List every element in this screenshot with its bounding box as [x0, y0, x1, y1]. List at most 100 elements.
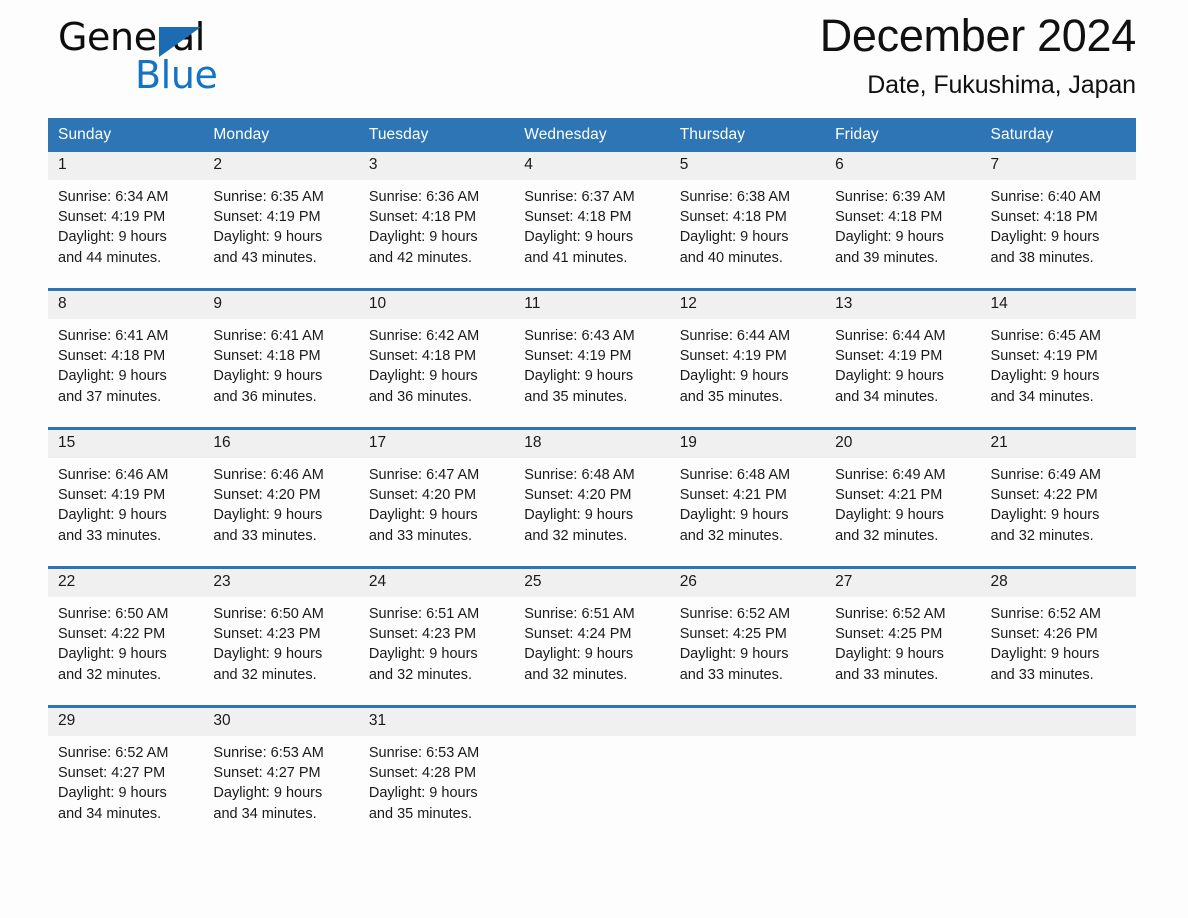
sunset-text: Sunset: 4:20 PM	[213, 487, 321, 504]
day-cell[interactable]: Sunrise: 6:36 AM Sunset: 4:18 PM Dayligh…	[358, 180, 515, 290]
day-cell[interactable]: Sunrise: 6:42 AM Sunset: 4:18 PM Dayligh…	[358, 319, 515, 429]
day-cell[interactable]: Sunrise: 6:40 AM Sunset: 4:18 PM Dayligh…	[980, 180, 1136, 290]
day-cell[interactable]: Sunrise: 6:53 AM Sunset: 4:27 PM Dayligh…	[203, 736, 359, 844]
day-number: 16	[203, 427, 359, 458]
day-number: 11	[514, 288, 670, 319]
day-number-empty	[825, 705, 981, 736]
daylight-text-line1: Daylight: 9 hours	[213, 646, 323, 663]
sunrise-text: Sunrise: 6:53 AM	[368, 745, 480, 761]
sunrise-text: Sunrise: 6:50 AM	[58, 606, 169, 622]
daylight-text-line2: and 32 minutes.	[835, 527, 939, 544]
day-cell[interactable]: Sunrise: 6:49 AM Sunset: 4:22 PM Dayligh…	[980, 458, 1136, 568]
daylight-text-line1: Daylight: 9 hours	[835, 368, 944, 385]
day-cell[interactable]: Sunrise: 6:34 AM Sunset: 4:19 PM Dayligh…	[48, 180, 204, 290]
day-cell[interactable]: Sunrise: 6:46 AM Sunset: 4:20 PM Dayligh…	[203, 458, 359, 568]
daylight-text-line2: and 42 minutes.	[368, 249, 473, 266]
day-cell-empty	[514, 736, 670, 844]
day-cell[interactable]: Sunrise: 6:44 AM Sunset: 4:19 PM Dayligh…	[669, 319, 826, 429]
daylight-text-line1: Daylight: 9 hours	[679, 368, 789, 385]
daylight-text-line2: and 34 minutes.	[58, 805, 162, 822]
day-number: 9	[203, 288, 359, 319]
day-cell[interactable]: Sunrise: 6:43 AM Sunset: 4:19 PM Dayligh…	[514, 319, 670, 429]
day-cell[interactable]: Sunrise: 6:53 AM Sunset: 4:28 PM Dayligh…	[358, 736, 515, 844]
sunrise-text: Sunrise: 6:51 AM	[524, 606, 635, 622]
daylight-text-line1: Daylight: 9 hours	[835, 229, 944, 246]
sunrise-text: Sunrise: 6:34 AM	[58, 189, 169, 205]
day-cell[interactable]: Sunrise: 6:52 AM Sunset: 4:25 PM Dayligh…	[825, 597, 981, 707]
daylight-text-line1: Daylight: 9 hours	[368, 646, 478, 663]
daylight-text-line1: Daylight: 9 hours	[990, 229, 1100, 246]
sunset-text: Sunset: 4:18 PM	[58, 348, 166, 365]
sunset-text: Sunset: 4:18 PM	[368, 209, 477, 226]
daylight-text-line2: and 43 minutes.	[213, 249, 317, 266]
day-number: 23	[203, 566, 359, 597]
sunrise-text: Sunrise: 6:46 AM	[213, 467, 324, 483]
daylight-text-line1: Daylight: 9 hours	[679, 507, 789, 524]
daylight-text-line2: and 35 minutes.	[524, 388, 628, 405]
daylight-text-line1: Daylight: 9 hours	[58, 507, 167, 524]
sunset-text: Sunset: 4:18 PM	[835, 209, 943, 226]
day-cell[interactable]: Sunrise: 6:47 AM Sunset: 4:20 PM Dayligh…	[358, 458, 515, 568]
day-cell[interactable]: Sunrise: 6:46 AM Sunset: 4:19 PM Dayligh…	[48, 458, 204, 568]
day-number: 26	[669, 566, 826, 597]
day-number: 22	[48, 566, 204, 597]
day-cell[interactable]: Sunrise: 6:52 AM Sunset: 4:27 PM Dayligh…	[48, 736, 204, 844]
day-number-empty	[669, 705, 826, 736]
day-number: 14	[980, 288, 1136, 319]
sunrise-text: Sunrise: 6:50 AM	[213, 606, 324, 622]
day-cell[interactable]: Sunrise: 6:41 AM Sunset: 4:18 PM Dayligh…	[203, 319, 359, 429]
sunset-text: Sunset: 4:19 PM	[58, 209, 166, 226]
sunrise-text: Sunrise: 6:35 AM	[213, 189, 324, 205]
daylight-text-line1: Daylight: 9 hours	[58, 229, 167, 246]
day-cell[interactable]: Sunrise: 6:41 AM Sunset: 4:18 PM Dayligh…	[48, 319, 204, 429]
day-number: 1	[48, 152, 204, 180]
day-cell[interactable]: Sunrise: 6:44 AM Sunset: 4:19 PM Dayligh…	[825, 319, 981, 429]
sunrise-text: Sunrise: 6:52 AM	[58, 745, 169, 761]
daylight-text-line1: Daylight: 9 hours	[213, 229, 323, 246]
day-cell[interactable]: Sunrise: 6:52 AM Sunset: 4:25 PM Dayligh…	[669, 597, 826, 707]
daylight-text-line2: and 34 minutes.	[990, 388, 1094, 405]
day-cell[interactable]: Sunrise: 6:48 AM Sunset: 4:20 PM Dayligh…	[514, 458, 670, 568]
page-title: December 2024	[819, 10, 1137, 61]
sunrise-text: Sunrise: 6:53 AM	[213, 745, 324, 761]
weekday-header-wednesday: Wednesday	[514, 118, 670, 152]
daylight-text-line2: and 33 minutes.	[368, 527, 473, 544]
day-cell[interactable]: Sunrise: 6:45 AM Sunset: 4:19 PM Dayligh…	[980, 319, 1136, 429]
daylight-text-line2: and 32 minutes.	[58, 666, 162, 683]
sunset-text: Sunset: 4:22 PM	[58, 626, 166, 643]
daylight-text-line2: and 32 minutes.	[524, 666, 628, 683]
day-cell[interactable]: Sunrise: 6:37 AM Sunset: 4:18 PM Dayligh…	[514, 180, 670, 290]
day-cell[interactable]: Sunrise: 6:51 AM Sunset: 4:24 PM Dayligh…	[514, 597, 670, 707]
day-cell[interactable]: Sunrise: 6:50 AM Sunset: 4:22 PM Dayligh…	[48, 597, 204, 707]
daylight-text-line2: and 33 minutes.	[990, 666, 1094, 683]
day-number: 5	[669, 152, 826, 180]
sunrise-text: Sunrise: 6:46 AM	[58, 467, 169, 483]
day-number-empty	[980, 705, 1136, 736]
day-cell[interactable]: Sunrise: 6:50 AM Sunset: 4:23 PM Dayligh…	[203, 597, 359, 707]
day-number: 15	[48, 427, 204, 458]
daylight-text-line2: and 33 minutes.	[213, 527, 317, 544]
sunset-text: Sunset: 4:19 PM	[58, 487, 166, 504]
day-cell[interactable]: Sunrise: 6:39 AM Sunset: 4:18 PM Dayligh…	[825, 180, 981, 290]
weekday-header-monday: Monday	[203, 118, 359, 152]
week-5-details: Sunrise: 6:52 AM Sunset: 4:27 PM Dayligh…	[48, 736, 1136, 844]
daylight-text-line2: and 32 minutes.	[213, 666, 317, 683]
day-number: 27	[825, 566, 981, 597]
day-cell-empty	[980, 736, 1136, 844]
daylight-text-line2: and 33 minutes.	[679, 666, 783, 683]
day-cell[interactable]: Sunrise: 6:38 AM Sunset: 4:18 PM Dayligh…	[669, 180, 826, 290]
day-number: 2	[203, 152, 359, 180]
day-cell[interactable]: Sunrise: 6:52 AM Sunset: 4:26 PM Dayligh…	[980, 597, 1136, 707]
daylight-text-line1: Daylight: 9 hours	[524, 507, 634, 524]
sunset-text: Sunset: 4:25 PM	[679, 626, 787, 643]
daylight-text-line2: and 32 minutes.	[679, 527, 783, 544]
day-cell[interactable]: Sunrise: 6:49 AM Sunset: 4:21 PM Dayligh…	[825, 458, 981, 568]
day-cell[interactable]: Sunrise: 6:35 AM Sunset: 4:19 PM Dayligh…	[203, 180, 359, 290]
sunrise-text: Sunrise: 6:41 AM	[58, 328, 169, 344]
logo-text-blue: Blue	[135, 53, 218, 97]
day-number: 18	[514, 427, 670, 458]
sunset-text: Sunset: 4:27 PM	[213, 765, 321, 782]
daylight-text-line2: and 39 minutes.	[835, 249, 939, 266]
day-cell[interactable]: Sunrise: 6:51 AM Sunset: 4:23 PM Dayligh…	[358, 597, 515, 707]
day-cell[interactable]: Sunrise: 6:48 AM Sunset: 4:21 PM Dayligh…	[669, 458, 826, 568]
